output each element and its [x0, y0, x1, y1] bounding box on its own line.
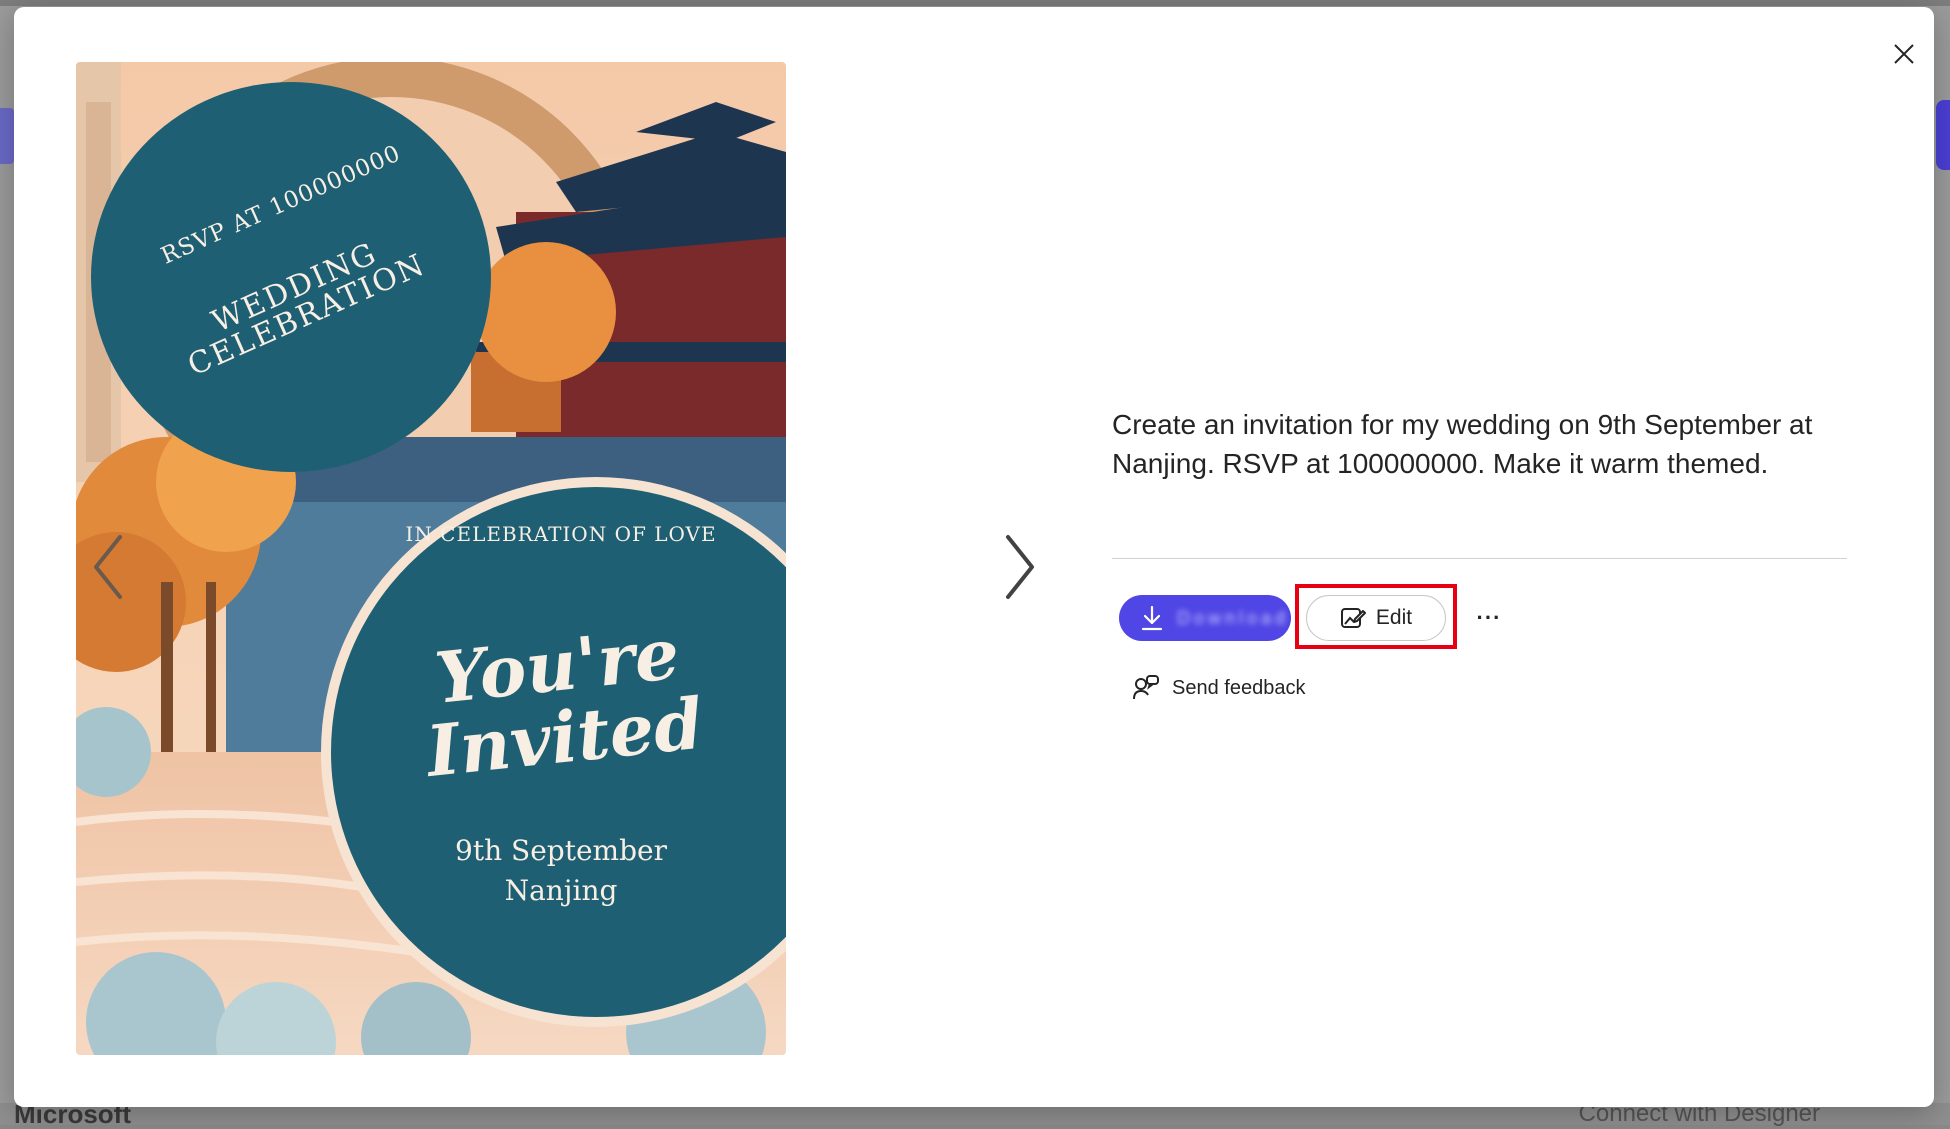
image-preview-dialog: RSVP AT 100000000 WEDDING CELEBRATION IN…	[14, 7, 1934, 1107]
previous-image-button[interactable]	[84, 527, 134, 607]
edit-button[interactable]: Edit	[1306, 595, 1446, 641]
card-headline: You're Invited	[389, 612, 732, 793]
edit-label: Edit	[1375, 606, 1413, 629]
card-subheading: IN CELEBRATION OF LOVE	[405, 522, 717, 546]
download-label: Download	[1177, 607, 1290, 628]
send-feedback-button[interactable]: Send feedback	[1132, 671, 1305, 705]
more-options-button[interactable]: ···	[1472, 603, 1506, 633]
more-icon: ···	[1476, 605, 1502, 630]
edit-image-icon	[1340, 608, 1366, 628]
close-icon	[1894, 44, 1914, 64]
divider	[1112, 558, 1847, 559]
download-icon	[1141, 605, 1163, 631]
next-image-button[interactable]	[994, 527, 1044, 607]
invitation-image: RSVP AT 100000000 WEDDING CELEBRATION IN…	[76, 62, 786, 1055]
card-city: Nanjing	[504, 874, 618, 907]
download-button[interactable]: Download	[1119, 595, 1291, 641]
feedback-icon	[1133, 675, 1159, 700]
chevron-right-icon	[1006, 535, 1034, 599]
prompt-text: Create an invitation for my wedding on 9…	[1112, 409, 1813, 479]
background-left-tab	[0, 108, 14, 164]
feedback-label: Send feedback	[1172, 676, 1306, 699]
background-right-tab	[1936, 100, 1950, 170]
card-date: 9th September	[455, 834, 667, 867]
close-button[interactable]	[1884, 34, 1924, 74]
background-topbar	[0, 0, 1950, 6]
chevron-left-icon	[94, 535, 122, 599]
